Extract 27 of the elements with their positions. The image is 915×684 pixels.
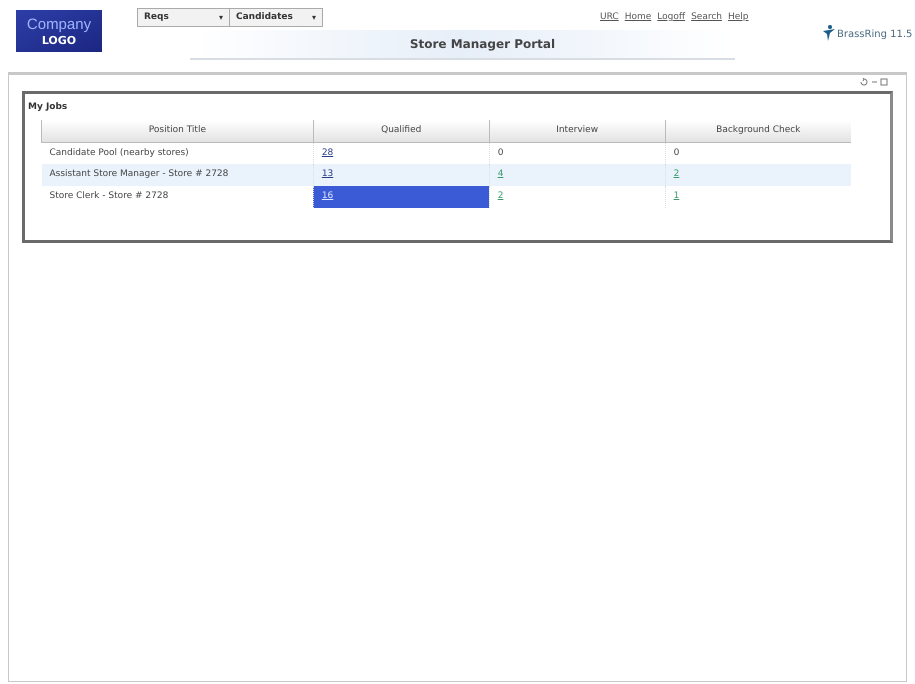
table-cell: Assistant Store Manager - Store # 2728 xyxy=(42,164,314,186)
column-header: Background Check xyxy=(665,120,851,142)
menu-dropdown[interactable]: Reqs ▾ xyxy=(137,8,230,27)
column-header: Interview xyxy=(489,120,666,142)
logo-text: Company xyxy=(26,16,92,32)
table-cell[interactable]: 28 xyxy=(313,142,490,164)
table-cell[interactable]: 13 xyxy=(313,164,490,186)
column-header: Position Title xyxy=(42,120,314,142)
table-cell: 0 xyxy=(489,142,666,164)
nav-link[interactable]: Home xyxy=(624,11,652,24)
nav-link[interactable]: Logoff xyxy=(657,11,686,24)
nav-link[interactable]: URC xyxy=(600,11,619,24)
nav-link[interactable]: Search xyxy=(691,11,722,24)
table-cell: 0 xyxy=(665,142,851,164)
maximize-icon[interactable] xyxy=(880,78,888,86)
menu-dropdown[interactable]: Candidates ▾ xyxy=(230,8,323,27)
brand-text: BrassRing 11.5 xyxy=(837,28,912,42)
card-title: My Jobs xyxy=(28,103,68,112)
table-cell: Store Clerk - Store # 2728 xyxy=(42,186,314,208)
nav-link[interactable]: Help xyxy=(728,11,749,24)
figure-icon xyxy=(822,24,836,42)
refresh-icon[interactable] xyxy=(860,78,869,86)
column-header: Qualified xyxy=(313,120,490,142)
table-cell: Candidate Pool (nearby stores) xyxy=(42,142,314,164)
table-cell[interactable]: 16 xyxy=(313,186,490,208)
logo-text: LOGO xyxy=(42,34,76,46)
portal-title: Store Manager Portal xyxy=(408,36,556,53)
